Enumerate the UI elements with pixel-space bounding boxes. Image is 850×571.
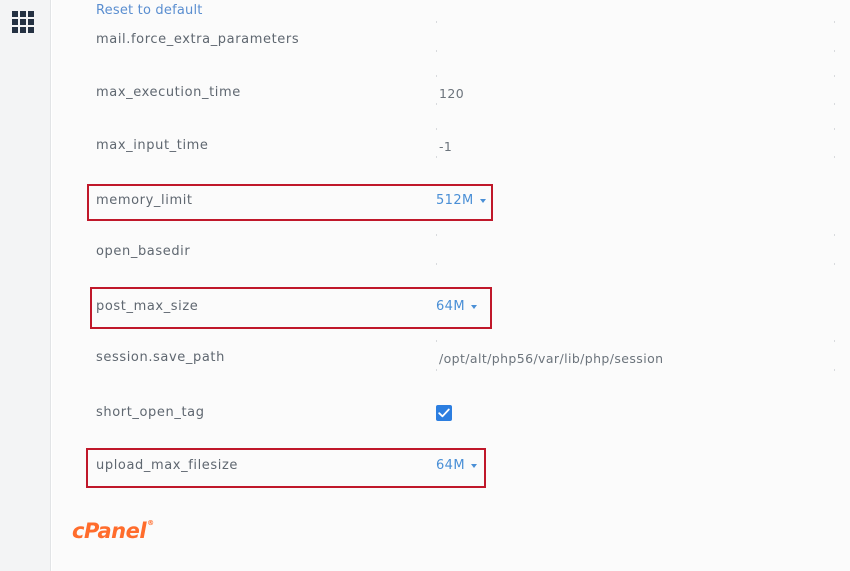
cpanel-logo: cPanel® — [72, 519, 154, 543]
setting-label-max-execution-time: max_execution_time — [96, 85, 241, 100]
divider-tick — [834, 156, 835, 158]
memory-limit-dropdown[interactable]: 512M — [436, 193, 486, 208]
setting-label-memory-limit: memory_limit — [96, 193, 193, 208]
setting-value-session-save-path[interactable]: /opt/alt/php56/var/lib/php/session — [439, 351, 663, 366]
checkmark-icon — [438, 408, 450, 418]
setting-value-max-execution-time[interactable]: 120 — [439, 86, 464, 101]
php-settings-panel: Reset to default mail.force_extra_parame… — [52, 0, 850, 571]
divider-tick — [436, 263, 437, 265]
divider-tick — [834, 103, 835, 105]
setting-label-max-input-time: max_input_time — [96, 138, 209, 153]
divider-tick — [436, 369, 437, 371]
setting-value-max-input-time[interactable]: -1 — [439, 139, 452, 154]
reset-to-default-link[interactable]: Reset to default — [96, 3, 203, 18]
divider-tick — [834, 128, 835, 130]
sidebar — [0, 0, 51, 571]
upload-max-filesize-value: 64M — [436, 458, 465, 473]
divider-tick — [436, 128, 437, 130]
setting-label-session-save-path: session.save_path — [96, 350, 225, 365]
post-max-size-dropdown[interactable]: 64M — [436, 299, 477, 314]
divider-tick — [834, 340, 835, 342]
divider-tick — [834, 75, 835, 77]
upload-max-filesize-dropdown[interactable]: 64M — [436, 458, 477, 473]
setting-label-open-basedir: open_basedir — [96, 244, 191, 259]
grid-icon[interactable] — [12, 11, 36, 33]
memory-limit-value: 512M — [436, 193, 474, 208]
divider-tick — [834, 234, 835, 236]
divider-tick — [436, 75, 437, 77]
caret-down-icon — [470, 463, 477, 468]
setting-label-mail-force-extra-parameters: mail.force_extra_parameters — [96, 32, 300, 47]
divider-tick — [834, 21, 835, 23]
caret-down-icon — [470, 304, 477, 309]
divider-tick — [834, 263, 835, 265]
divider-tick — [436, 21, 437, 23]
short-open-tag-checkbox[interactable] — [436, 405, 452, 421]
divider-tick — [834, 369, 835, 371]
divider-tick — [834, 50, 835, 52]
divider-tick — [436, 103, 437, 105]
setting-label-short-open-tag: short_open_tag — [96, 405, 205, 420]
divider-tick — [436, 156, 437, 158]
setting-label-post-max-size: post_max_size — [96, 299, 199, 314]
divider-tick — [436, 340, 437, 342]
divider-tick — [436, 234, 437, 236]
setting-label-upload-max-filesize: upload_max_filesize — [96, 458, 239, 473]
post-max-size-value: 64M — [436, 299, 465, 314]
caret-down-icon — [479, 198, 486, 203]
divider-tick — [436, 50, 437, 52]
